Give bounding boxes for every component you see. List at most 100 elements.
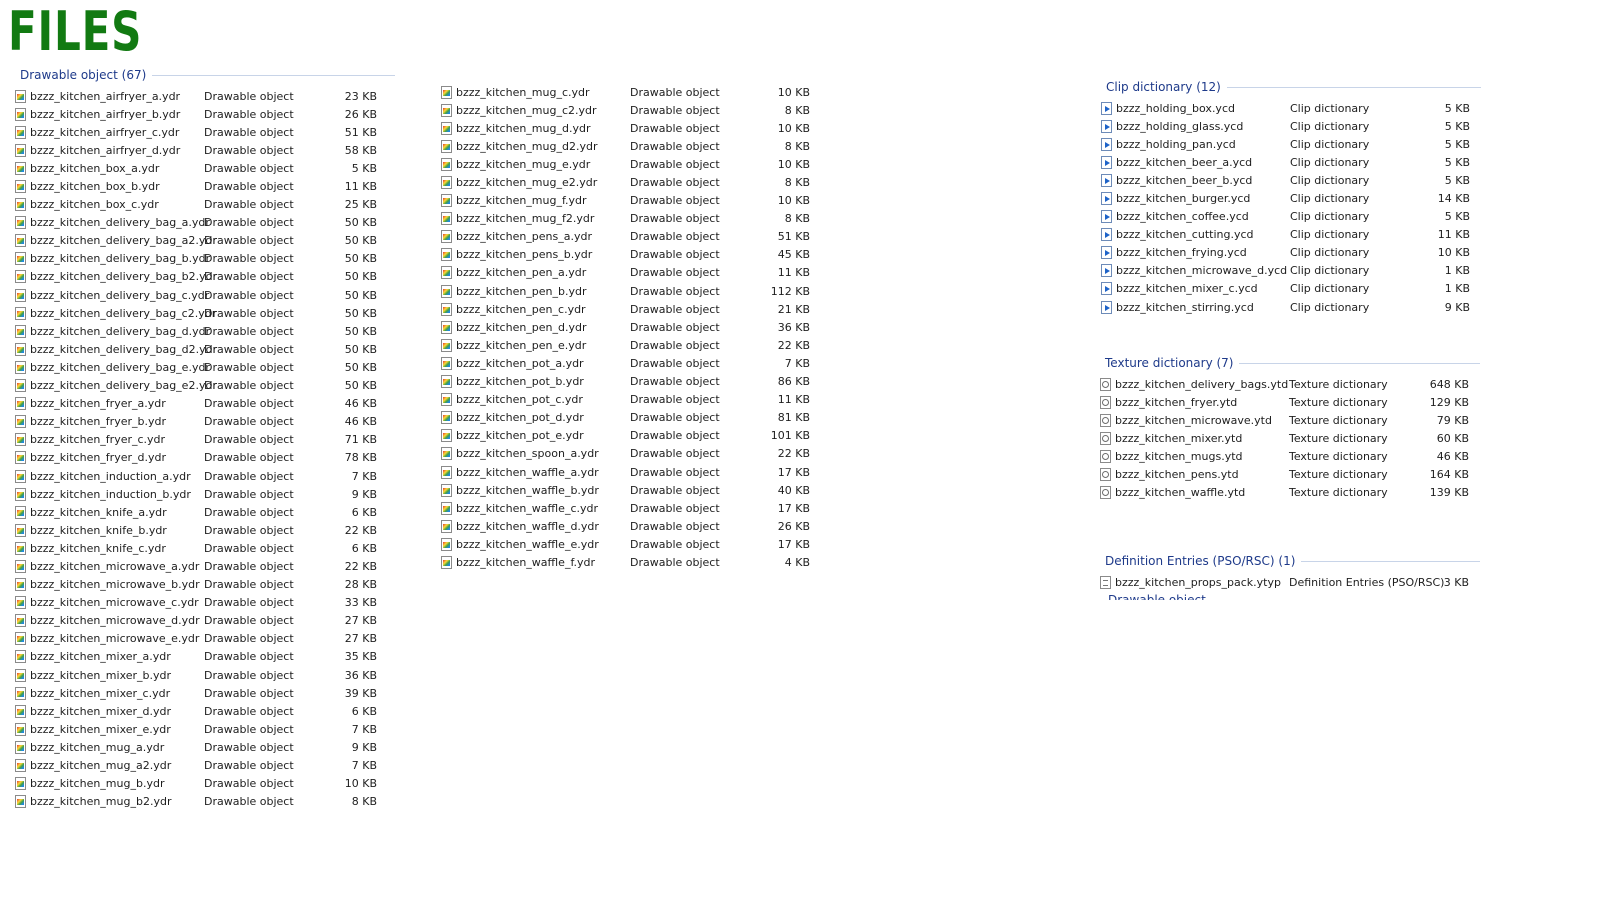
- file-name: bzzz_kitchen_fryer.ytd: [1115, 395, 1238, 409]
- file-name: bzzz_kitchen_microwave_e.ydr: [30, 632, 200, 646]
- file-size: 50 KB: [344, 324, 377, 338]
- file-row[interactable]: bzzz_kitchen_delivery_bag_a2.ydr Drawable…: [15, 232, 395, 250]
- file-row[interactable]: bzzz_kitchen_mug_b2.ydr Drawable object 8 …: [15, 793, 395, 811]
- file-row[interactable]: bzzz_kitchen_microwave.ytd Texture dictio…: [1100, 411, 1480, 429]
- file-row[interactable]: bzzz_holding_glass.ycd Clip dictionary 5 K…: [1101, 117, 1481, 135]
- file-row[interactable]: bzzz_kitchen_box_a.ydr Drawable object 5 K…: [15, 159, 395, 177]
- file-row[interactable]: bzzz_holding_box.ycd Clip dictionary 5 KB: [1101, 99, 1481, 117]
- file-size: 7 KB: [784, 356, 810, 370]
- file-row[interactable]: bzzz_kitchen_cutting.ycd Clip dictionary 1…: [1101, 226, 1481, 244]
- file-row[interactable]: bzzz_kitchen_stirring.ycd Clip dictionary…: [1101, 298, 1481, 316]
- file-row[interactable]: bzzz_kitchen_airfryer_b.ydr Drawable obje…: [15, 105, 395, 123]
- file-row[interactable]: bzzz_kitchen_pen_e.ydr Drawable object 22 …: [441, 336, 821, 354]
- file-row[interactable]: bzzz_kitchen_props_pack.ytyp Definition E…: [1100, 573, 1480, 591]
- file-row[interactable]: bzzz_kitchen_mug_c.ydr Drawable object 10 …: [441, 83, 821, 101]
- file-row[interactable]: bzzz_kitchen_coffee.ycd Clip dictionary 5 …: [1101, 208, 1481, 226]
- file-name: bzzz_kitchen_waffle_c.ydr: [456, 501, 599, 515]
- file-row[interactable]: bzzz_kitchen_pot_c.ydr Drawable object 11 …: [441, 391, 821, 409]
- file-row[interactable]: bzzz_kitchen_mug_e2.ydr Drawable object 8 …: [441, 173, 821, 191]
- file-row[interactable]: bzzz_kitchen_mug_d.ydr Drawable object 10 …: [441, 119, 821, 137]
- file-row[interactable]: bzzz_kitchen_airfryer_c.ydr Drawable obje…: [15, 123, 395, 141]
- file-row[interactable]: bzzz_kitchen_frying.ycd Clip dictionary 10…: [1101, 244, 1481, 262]
- file-row[interactable]: bzzz_kitchen_microwave_e.ydr Drawable obj…: [15, 630, 395, 648]
- file-row[interactable]: bzzz_kitchen_delivery_bag_e2.ydr Drawable…: [15, 377, 395, 395]
- file-row[interactable]: bzzz_kitchen_waffle_d.ydr Drawable object…: [441, 517, 821, 535]
- file-row[interactable]: bzzz_kitchen_pot_e.ydr Drawable object 101…: [441, 427, 821, 445]
- file-row[interactable]: bzzz_kitchen_knife_a.ydr Drawable object 6…: [15, 503, 395, 521]
- file-row[interactable]: bzzz_kitchen_box_b.ydr Drawable object 11 …: [15, 177, 395, 195]
- file-row[interactable]: bzzz_kitchen_delivery_bag_a.ydr Drawable …: [15, 214, 395, 232]
- file-row[interactable]: bzzz_kitchen_delivery_bags.ytd Texture di…: [1100, 375, 1480, 393]
- file-row[interactable]: bzzz_kitchen_microwave_a.ydr Drawable obj…: [15, 557, 395, 575]
- file-row[interactable]: bzzz_kitchen_airfryer_d.ydr Drawable obje…: [15, 141, 395, 159]
- file-row[interactable]: bzzz_kitchen_delivery_bag_b2.ydr Drawable…: [15, 268, 395, 286]
- file-row[interactable]: bzzz_kitchen_waffle_f.ydr Drawable object…: [441, 553, 821, 571]
- file-row[interactable]: bzzz_kitchen_microwave_b.ydr Drawable obj…: [15, 576, 395, 594]
- file-row[interactable]: bzzz_kitchen_microwave_d.ycd Clip diction…: [1101, 262, 1481, 280]
- file-row[interactable]: bzzz_kitchen_spoon_a.ydr Drawable object 2…: [441, 445, 821, 463]
- file-row[interactable]: bzzz_kitchen_pens_b.ydr Drawable object 45…: [441, 246, 821, 264]
- file-row[interactable]: bzzz_kitchen_burger.ycd Clip dictionary 14…: [1101, 189, 1481, 207]
- file-row[interactable]: bzzz_kitchen_fryer.ytd Texture dictionary…: [1100, 393, 1480, 411]
- file-row[interactable]: bzzz_kitchen_delivery_bag_d2.ydr Drawable…: [15, 340, 395, 358]
- file-row[interactable]: bzzz_kitchen_waffle_c.ydr Drawable object…: [441, 499, 821, 517]
- file-row[interactable]: bzzz_kitchen_pen_b.ydr Drawable object 112…: [441, 282, 821, 300]
- file-row[interactable]: bzzz_kitchen_microwave_d.ydr Drawable obj…: [15, 612, 395, 630]
- file-row[interactable]: bzzz_kitchen_mug_e.ydr Drawable object 10 …: [441, 155, 821, 173]
- file-row[interactable]: bzzz_kitchen_induction_b.ydr Drawable obj…: [15, 485, 395, 503]
- file-row[interactable]: bzzz_kitchen_waffle.ytd Texture dictionar…: [1100, 484, 1480, 502]
- file-row[interactable]: bzzz_kitchen_microwave_c.ydr Drawable obj…: [15, 594, 395, 612]
- file-row[interactable]: bzzz_kitchen_mug_f2.ydr Drawable object 8 …: [441, 210, 821, 228]
- file-row[interactable]: bzzz_kitchen_induction_a.ydr Drawable obj…: [15, 467, 395, 485]
- clip-group-header[interactable]: Clip dictionary (12): [1101, 79, 1481, 95]
- file-row[interactable]: bzzz_kitchen_mug_d2.ydr Drawable object 8 …: [441, 137, 821, 155]
- file-row[interactable]: bzzz_kitchen_delivery_bag_e.ydr Drawable …: [15, 358, 395, 376]
- file-row[interactable]: bzzz_kitchen_mixer_c.ydr Drawable object 3…: [15, 684, 395, 702]
- file-row[interactable]: bzzz_kitchen_mug_a.ydr Drawable object 9 K…: [15, 738, 395, 756]
- file-row[interactable]: bzzz_kitchen_fryer_a.ydr Drawable object 4…: [15, 395, 395, 413]
- file-row[interactable]: bzzz_kitchen_pen_c.ydr Drawable object 21 …: [441, 300, 821, 318]
- file-row[interactable]: bzzz_kitchen_mug_f.ydr Drawable object 10 …: [441, 192, 821, 210]
- file-row[interactable]: bzzz_kitchen_mug_a2.ydr Drawable object 7 …: [15, 756, 395, 774]
- file-row[interactable]: bzzz_kitchen_mixer_d.ydr Drawable object 6…: [15, 702, 395, 720]
- file-row[interactable]: bzzz_kitchen_mug_c2.ydr Drawable object 8 …: [441, 101, 821, 119]
- file-row[interactable]: bzzz_kitchen_mixer_b.ydr Drawable object 3…: [15, 666, 395, 684]
- file-row[interactable]: bzzz_kitchen_mug_b.ydr Drawable object 10 …: [15, 775, 395, 793]
- file-row[interactable]: bzzz_kitchen_fryer_b.ydr Drawable object 4…: [15, 413, 395, 431]
- file-row[interactable]: bzzz_kitchen_pen_d.ydr Drawable object 36 …: [441, 318, 821, 336]
- texture-group-header[interactable]: Texture dictionary (7): [1100, 355, 1480, 371]
- file-row[interactable]: bzzz_kitchen_beer_b.ycd Clip dictionary 5 …: [1101, 171, 1481, 189]
- file-row[interactable]: bzzz_kitchen_waffle_a.ydr Drawable object…: [441, 463, 821, 481]
- drawable-file-icon: [441, 519, 452, 533]
- file-row[interactable]: bzzz_kitchen_waffle_e.ydr Drawable object…: [441, 535, 821, 553]
- file-row[interactable]: bzzz_kitchen_knife_b.ydr Drawable object 2…: [15, 521, 395, 539]
- file-row[interactable]: bzzz_kitchen_pot_a.ydr Drawable object 7 K…: [441, 354, 821, 372]
- file-row[interactable]: bzzz_kitchen_mixer_c.ycd Clip dictionary 1…: [1101, 280, 1481, 298]
- file-row[interactable]: bzzz_kitchen_delivery_bag_c2.ydr Drawable…: [15, 304, 395, 322]
- file-row[interactable]: bzzz_kitchen_pen_a.ydr Drawable object 11 …: [441, 264, 821, 282]
- definition-group-header[interactable]: Definition Entries (PSO/RSC) (1): [1100, 553, 1480, 569]
- file-row[interactable]: bzzz_kitchen_mixer_e.ydr Drawable object 7…: [15, 720, 395, 738]
- file-row[interactable]: bzzz_kitchen_airfryer_a.ydr Drawable obje…: [15, 87, 395, 105]
- file-type: Drawable object: [630, 447, 720, 461]
- file-row[interactable]: bzzz_kitchen_pot_b.ydr Drawable object 86 …: [441, 373, 821, 391]
- file-row[interactable]: bzzz_kitchen_delivery_bag_d.ydr Drawable …: [15, 322, 395, 340]
- file-row[interactable]: bzzz_kitchen_beer_a.ycd Clip dictionary 5 …: [1101, 153, 1481, 171]
- file-row[interactable]: bzzz_holding_pan.ycd Clip dictionary 5 KB: [1101, 135, 1481, 153]
- file-row[interactable]: bzzz_kitchen_delivery_bag_c.ydr Drawable …: [15, 286, 395, 304]
- file-row[interactable]: bzzz_kitchen_knife_c.ydr Drawable object 6…: [15, 539, 395, 557]
- file-row[interactable]: bzzz_kitchen_pot_d.ydr Drawable object 81 …: [441, 409, 821, 427]
- file-row[interactable]: bzzz_kitchen_pens.ytd Texture dictionary 1…: [1100, 465, 1480, 483]
- group-divider: [1226, 87, 1481, 88]
- drawable-file-icon: [441, 356, 452, 370]
- file-row[interactable]: bzzz_kitchen_fryer_c.ydr Drawable object 7…: [15, 431, 395, 449]
- file-row[interactable]: bzzz_kitchen_delivery_bag_b.ydr Drawable …: [15, 250, 395, 268]
- file-row[interactable]: bzzz_kitchen_mixer_a.ydr Drawable object 3…: [15, 648, 395, 666]
- file-row[interactable]: bzzz_kitchen_mugs.ytd Texture dictionary 4…: [1100, 447, 1480, 465]
- file-row[interactable]: bzzz_kitchen_waffle_b.ydr Drawable object…: [441, 481, 821, 499]
- file-row[interactable]: bzzz_kitchen_fryer_d.ydr Drawable object 7…: [15, 449, 395, 467]
- file-row[interactable]: bzzz_kitchen_mixer.ytd Texture dictionary…: [1100, 429, 1480, 447]
- drawable-group-header[interactable]: Drawable object (67): [15, 67, 395, 83]
- file-row[interactable]: bzzz_kitchen_box_c.ydr Drawable object 25 …: [15, 196, 395, 214]
- file-row[interactable]: bzzz_kitchen_pens_a.ydr Drawable object 51…: [441, 228, 821, 246]
